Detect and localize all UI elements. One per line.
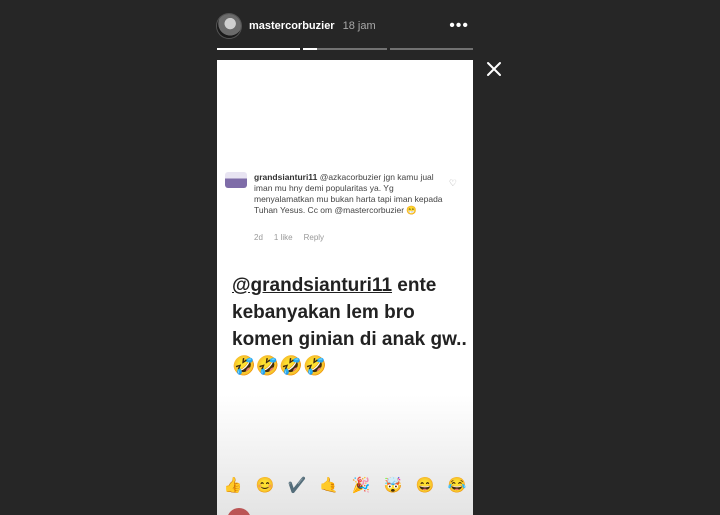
reaction-thumbs-up[interactable]: 👍 xyxy=(224,476,243,494)
close-icon[interactable] xyxy=(484,59,504,79)
reaction-grin[interactable]: 😄 xyxy=(416,476,435,494)
heart-icon: ♡ xyxy=(448,178,457,188)
comment-body: grandsianturi11 @azkacorbuzier jgn kamu … xyxy=(254,172,446,216)
reaction-joy[interactable]: 😂 xyxy=(448,476,467,494)
progress-segment xyxy=(217,48,301,50)
progress-segment xyxy=(389,48,473,50)
progress-segment xyxy=(303,48,387,50)
comment-reply: Reply xyxy=(303,233,325,242)
comment-username: grandsianturi11 xyxy=(254,172,318,182)
story-card[interactable]: grandsianturi11 @azkacorbuzier jgn kamu … xyxy=(217,60,473,515)
reaction-check[interactable]: ✔️ xyxy=(288,476,307,494)
reaction-call-me[interactable]: 🤙 xyxy=(320,476,339,494)
timestamp: 18 jam xyxy=(342,20,376,32)
caption-mention[interactable]: @grandsianturi11 xyxy=(232,275,392,296)
story-progress xyxy=(217,48,473,50)
reply-avatar xyxy=(227,508,251,515)
story-caption: @grandsianturi11 ente kebanyakan lem bro… xyxy=(232,272,468,380)
quick-reactions: 👍 😊 ✔️ 🤙 🎉 🤯 😄 😂 xyxy=(217,473,473,497)
profile-avatar[interactable] xyxy=(217,14,241,38)
reaction-party[interactable]: 🎉 xyxy=(352,476,371,494)
reaction-mind-blown[interactable]: 🤯 xyxy=(384,476,403,494)
comment-meta: 2d 1 like Reply xyxy=(254,233,324,242)
commenter-avatar xyxy=(225,172,247,188)
more-options-icon[interactable]: ••• xyxy=(449,17,469,35)
story-header: mastercorbuzier 18 jam ••• xyxy=(217,12,473,40)
username[interactable]: mastercorbuzier xyxy=(249,20,335,32)
comment-likes: 1 like xyxy=(273,233,293,242)
comment-age: 2d xyxy=(254,233,263,242)
reaction-smile[interactable]: 😊 xyxy=(256,476,275,494)
